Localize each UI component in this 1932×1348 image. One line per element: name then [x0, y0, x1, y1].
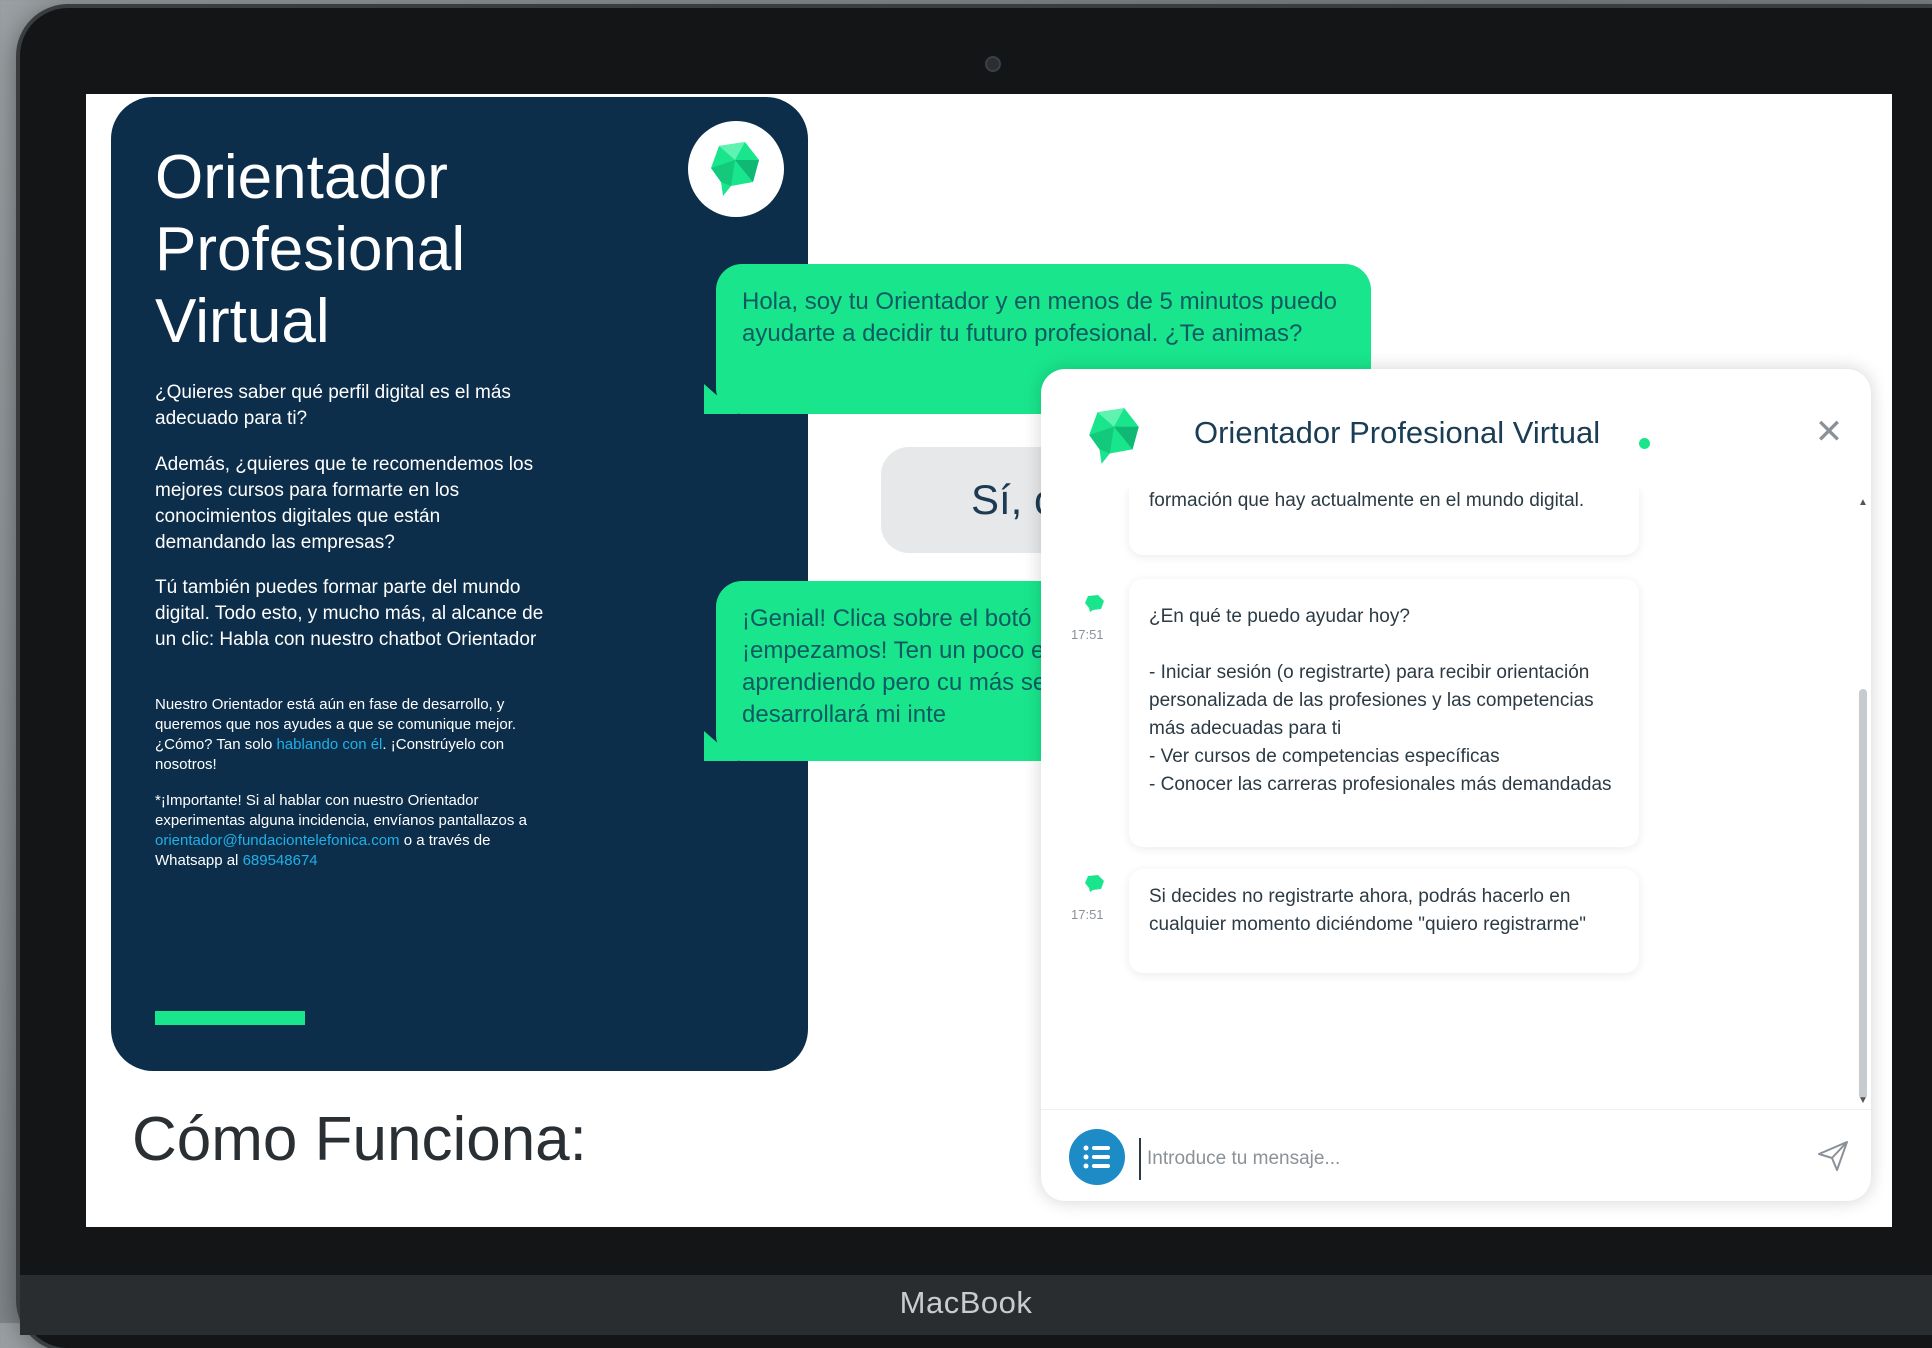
email-link[interactable]: orientador@fundaciontelefonica.com [155, 832, 400, 849]
hero-paragraph-1: ¿Quieres saber qué perfil digital es el … [155, 382, 511, 429]
bot-logo [688, 121, 784, 217]
chat-input-bar [1041, 1109, 1871, 1201]
chat-header: Orientador Profesional Virtual ✕ [1041, 369, 1871, 489]
title-line-2: Profesional [155, 215, 466, 284]
message-bubble: formación que hay actualmente en el mund… [1129, 489, 1639, 555]
whatsapp-link[interactable]: 689548674 [243, 852, 318, 869]
online-status-dot [1639, 438, 1650, 449]
scroll-down-arrow[interactable]: ▼ [1858, 1095, 1868, 1106]
device-label: MacBook [899, 1285, 1033, 1320]
bubble-tail [704, 384, 738, 414]
message-input[interactable] [1139, 1138, 1789, 1180]
message-time: 17:51 [1071, 627, 1104, 642]
chat-title: Orientador Profesional Virtual [1194, 415, 1601, 450]
title-line-1: Orientador [155, 143, 448, 212]
chat-bot-icon [711, 142, 759, 196]
bot-icon [1085, 595, 1104, 612]
scrollbar-thumb[interactable] [1859, 689, 1867, 1099]
screen: Orientador Profesional Virtual ¿Quieres … [86, 94, 1892, 1227]
menu-button[interactable] [1069, 1129, 1125, 1185]
bot-icon [1085, 875, 1104, 892]
hero-paragraph-2: Además, ¿quieres que te recomendemos los… [155, 454, 534, 553]
list-icon [1083, 1145, 1110, 1169]
accent-bar [155, 1011, 305, 1025]
close-icon[interactable]: ✕ [1811, 414, 1847, 450]
bot-avatar-icon [1089, 408, 1139, 464]
how-it-works-heading: Cómo Funciona: [132, 1105, 587, 1174]
talk-link[interactable]: hablando con él [276, 736, 382, 753]
message-time: 17:51 [1071, 907, 1104, 922]
camera-icon [985, 56, 1001, 72]
hero-card: Orientador Profesional Virtual ¿Quieres … [111, 97, 808, 1071]
hero-paragraph-3: Tú también puedes formar parte del mundo… [155, 577, 544, 650]
hero-note-important: *¡Importante! Si al hablar con nuestro O… [155, 791, 535, 871]
scroll-up-arrow[interactable]: ▲ [1858, 497, 1868, 508]
message-bubble: Si decides no registrarte ahora, podrás … [1129, 869, 1639, 973]
hero-note-development: Nuestro Orientador está aún en fase de d… [155, 695, 535, 775]
message-bubble: ¿En qué te puedo ayudar hoy? - Iniciar s… [1129, 579, 1639, 847]
chat-messages: formación que hay actualmente en el mund… [1041, 489, 1871, 1089]
send-icon[interactable] [1815, 1138, 1851, 1174]
title-line-3: Virtual [155, 287, 330, 356]
bubble-tail-2 [704, 731, 738, 761]
important-text: *¡Importante! Si al hablar con nuestro O… [155, 792, 527, 829]
page-title: Orientador Profesional Virtual [155, 142, 575, 358]
chat-widget: Orientador Profesional Virtual ✕ formaci… [1041, 369, 1871, 1201]
